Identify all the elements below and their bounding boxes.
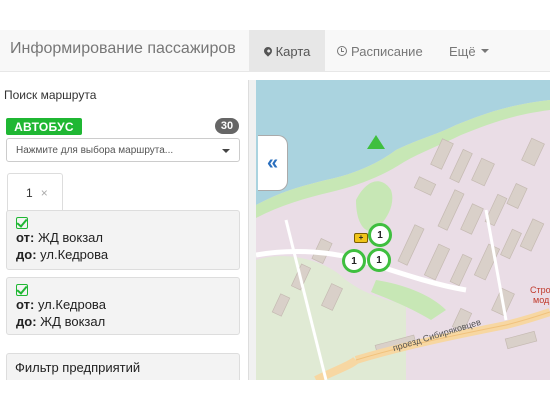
direction-to: до: ул.Кедрова bbox=[16, 246, 109, 262]
route-tab[interactable]: 1 × bbox=[7, 173, 63, 211]
direction-card[interactable]: от: ул.Кедрова до: ЖД вокзал bbox=[6, 277, 240, 335]
direction-from: от: ЖД вокзал bbox=[16, 230, 103, 245]
checkbox-checked-icon[interactable] bbox=[16, 217, 28, 229]
bus-cluster-marker[interactable]: 1 bbox=[368, 223, 392, 247]
nav-more-label: Ещё bbox=[449, 43, 476, 59]
route-select[interactable]: Нажмите для выбора маршрута... bbox=[6, 138, 240, 162]
nav-more-dropdown[interactable]: Ещё bbox=[449, 30, 489, 72]
transport-type-badge[interactable]: АВТОБУС bbox=[6, 118, 82, 135]
nav-schedule-tab[interactable]: Расписание bbox=[337, 30, 423, 72]
double-chevron-left-icon: « bbox=[266, 151, 279, 174]
poi-label: Стро bbox=[530, 285, 550, 295]
map-view[interactable]: проезд Сибиряковцев Стро мод bbox=[256, 80, 550, 380]
route-count-badge: 30 bbox=[215, 118, 239, 134]
map-tiles bbox=[256, 80, 550, 380]
poi-label: мод bbox=[533, 295, 550, 305]
chevron-down-icon bbox=[480, 49, 489, 53]
nav-map-tab[interactable]: Карта bbox=[249, 30, 325, 72]
direction-to: до: ЖД вокзал bbox=[16, 313, 106, 329]
direction-card[interactable]: от: ЖД вокзал до: ул.Кедрова bbox=[6, 210, 240, 270]
bus-icon[interactable]: + bbox=[354, 233, 368, 243]
sidebar-scrollbar[interactable] bbox=[248, 80, 256, 380]
bus-cluster-marker[interactable]: 1 bbox=[342, 249, 366, 273]
route-search-sidebar: Поиск маршрута АВТОБУС 30 Нажмите для вы… bbox=[0, 80, 250, 380]
checkbox-checked-icon[interactable] bbox=[16, 284, 28, 296]
map-marker-icon bbox=[261, 45, 274, 57]
direction-arrow-icon bbox=[367, 135, 385, 149]
dropdown-arrow-icon bbox=[222, 149, 230, 153]
top-navbar: Информирование пассажиров Карта Расписан… bbox=[0, 30, 550, 72]
bus-cluster-marker[interactable]: 1 bbox=[367, 248, 391, 272]
nav-map-label: Карта bbox=[275, 43, 311, 59]
sidebar-title: Поиск маршрута bbox=[4, 88, 97, 102]
clock-icon bbox=[337, 46, 347, 56]
app-title[interactable]: Информирование пассажиров bbox=[10, 40, 236, 58]
direction-from: от: ул.Кедрова bbox=[16, 297, 106, 312]
collapse-sidebar-button[interactable]: « bbox=[258, 135, 288, 191]
route-tab-label: 1 bbox=[26, 186, 33, 200]
close-icon[interactable]: × bbox=[41, 186, 48, 200]
nav-schedule-label: Расписание bbox=[351, 43, 423, 59]
company-filter-panel[interactable]: Фильтр предприятий bbox=[6, 353, 240, 380]
route-select-placeholder: Нажмите для выбора маршрута... bbox=[16, 145, 174, 156]
